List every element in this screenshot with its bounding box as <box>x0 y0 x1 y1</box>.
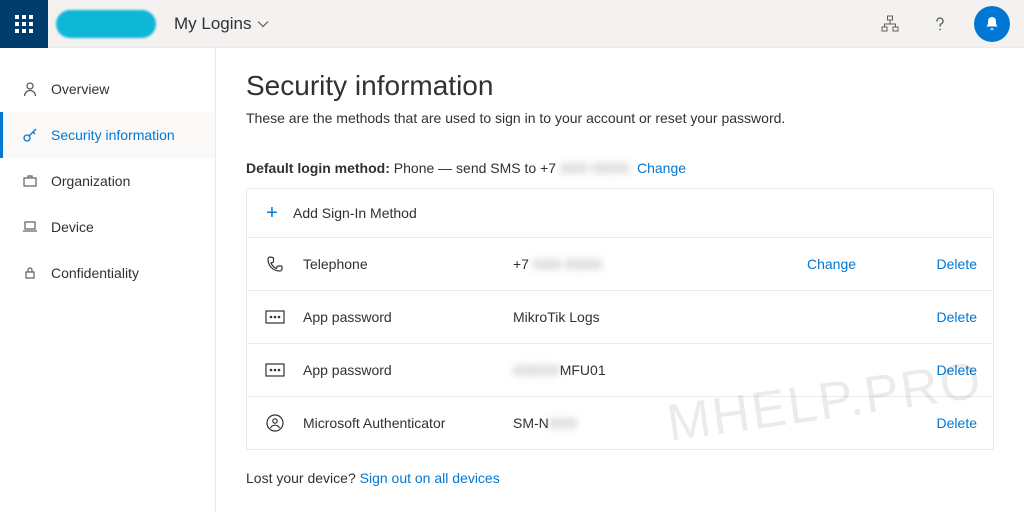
question-icon <box>931 15 949 33</box>
briefcase-icon <box>21 172 39 190</box>
sidebar-item-label: Confidentiality <box>51 265 139 281</box>
method-change-link[interactable]: Change <box>807 256 917 272</box>
sidebar-item-organization[interactable]: Organization <box>0 158 215 204</box>
add-method-button[interactable]: + Add Sign-In Method <box>247 189 993 238</box>
org-icon-button[interactable] <box>874 8 906 40</box>
notifications-button[interactable] <box>974 6 1010 42</box>
method-delete-link[interactable]: Delete <box>917 362 977 378</box>
sitemap-icon <box>881 15 899 33</box>
default-value-prefix: Phone — send SMS to +7 <box>394 160 560 176</box>
method-delete-link[interactable]: Delete <box>917 256 977 272</box>
method-value: +7 XXX XXXX <box>513 256 807 272</box>
sidebar-item-label: Overview <box>51 81 109 97</box>
default-label: Default login method: <box>246 160 390 176</box>
method-row-app-password-2: App password XXXXXMFU01 Delete <box>247 344 993 397</box>
method-value: XXXXXMFU01 <box>513 362 807 378</box>
app-title-dropdown[interactable]: My Logins <box>174 14 269 34</box>
help-button[interactable] <box>924 8 956 40</box>
default-value-redacted: XXX XXXX <box>560 160 629 176</box>
page-title: Security information <box>246 70 994 102</box>
laptop-icon <box>21 218 39 236</box>
method-delete-link[interactable]: Delete <box>917 415 977 431</box>
page-subtitle: These are the methods that are used to s… <box>246 110 994 126</box>
lock-icon <box>21 264 39 282</box>
lost-device-line: Lost your device? Sign out on all device… <box>246 470 994 486</box>
method-value: MikroTik Logs <box>513 309 807 325</box>
sidebar-item-label: Security information <box>51 127 175 143</box>
change-default-link[interactable]: Change <box>637 160 686 176</box>
method-row-app-password-1: App password MikroTik Logs Delete <box>247 291 993 344</box>
lost-device-prompt: Lost your device? <box>246 470 360 486</box>
waffle-icon <box>15 15 33 33</box>
phone-icon <box>263 252 287 276</box>
method-value: SM-NXXX <box>513 415 807 431</box>
method-name: Microsoft Authenticator <box>303 415 513 431</box>
sidebar-item-confidentiality[interactable]: Confidentiality <box>0 250 215 296</box>
method-name: App password <box>303 309 513 325</box>
add-method-label: Add Sign-In Method <box>293 205 417 221</box>
authenticator-icon <box>263 411 287 435</box>
brand-logo-redacted <box>56 10 156 38</box>
chevron-down-icon <box>257 18 269 30</box>
top-right-actions <box>874 6 1024 42</box>
top-bar: My Logins <box>0 0 1024 48</box>
sidebar: Overview Security information Organizati… <box>0 48 216 512</box>
method-name: App password <box>303 362 513 378</box>
sidebar-item-security[interactable]: Security information <box>0 112 215 158</box>
sidebar-item-label: Device <box>51 219 94 235</box>
main-content: Security information These are the metho… <box>216 48 1024 512</box>
password-dots-icon <box>263 358 287 382</box>
methods-card: + Add Sign-In Method Telephone +7 XXX XX… <box>246 188 994 450</box>
password-dots-icon <box>263 305 287 329</box>
person-icon <box>21 80 39 98</box>
key-icon <box>21 126 39 144</box>
method-row-telephone: Telephone +7 XXX XXXX Change Delete <box>247 238 993 291</box>
app-title-label: My Logins <box>174 14 251 34</box>
bell-icon <box>983 15 1001 33</box>
sidebar-item-label: Organization <box>51 173 130 189</box>
method-name: Telephone <box>303 256 513 272</box>
app-launcher-button[interactable] <box>0 0 48 48</box>
sidebar-item-overview[interactable]: Overview <box>0 66 215 112</box>
default-login-method: Default login method: Phone — send SMS t… <box>246 160 994 176</box>
sidebar-item-device[interactable]: Device <box>0 204 215 250</box>
plus-icon: + <box>263 203 281 223</box>
method-delete-link[interactable]: Delete <box>917 309 977 325</box>
method-row-authenticator: Microsoft Authenticator SM-NXXX Delete <box>247 397 993 449</box>
sign-out-all-link[interactable]: Sign out on all devices <box>360 470 500 486</box>
